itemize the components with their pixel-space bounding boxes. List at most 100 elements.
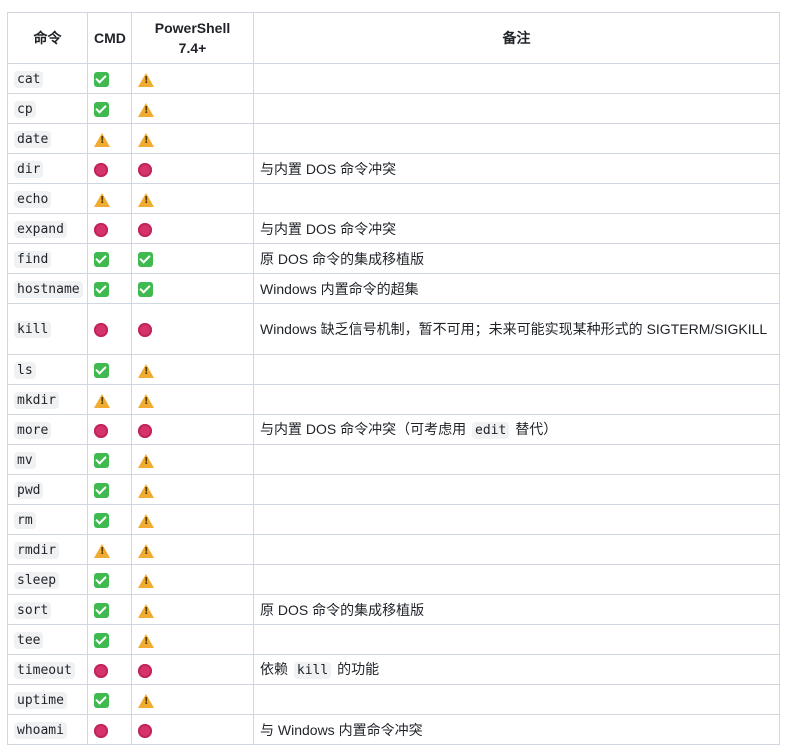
warning-icon: [138, 633, 154, 648]
cmd-status-cell: [87, 594, 132, 625]
table-row: hostname Windows 内置命令的超集: [7, 273, 780, 304]
powershell-status-cell: [131, 534, 254, 565]
command-name: more: [14, 421, 52, 439]
note-cell: 与 Windows 内置命令冲突: [253, 714, 780, 745]
warning-icon: [138, 363, 154, 378]
command-cell: kill: [7, 303, 88, 355]
command-cell: echo: [7, 183, 88, 214]
powershell-status-cell: [131, 474, 254, 505]
command-name: expand: [14, 220, 67, 238]
warning-icon: [138, 192, 154, 207]
command-cell: whoami: [7, 714, 88, 745]
table-row: cat: [7, 63, 780, 94]
powershell-status-cell: [131, 63, 254, 94]
table-body: cat cp date dir 与内置 DOS 命令冲突 echo expand 与内置 DO…: [7, 63, 780, 745]
blocked-icon: [94, 323, 108, 338]
header-row: 命令 CMD PowerShell 7.4+ 备注: [7, 12, 780, 64]
blocked-icon: [138, 723, 152, 738]
note-cell: [253, 534, 780, 565]
cmd-status-cell: [87, 303, 132, 355]
table-header: 命令 CMD PowerShell 7.4+ 备注: [7, 12, 780, 64]
warning-icon: [94, 393, 110, 408]
command-cell: timeout: [7, 654, 88, 685]
check-icon: [94, 252, 109, 268]
note-code: edit: [472, 421, 510, 439]
command-cell: rm: [7, 504, 88, 535]
check-icon: [94, 102, 109, 118]
note-cell: [253, 93, 780, 124]
table-row: pwd: [7, 474, 780, 505]
command-cell: sort: [7, 594, 88, 625]
table-row: kill Windows 缺乏信号机制，暂不可用；未来可能实现某种形式的 SIGT…: [7, 303, 780, 355]
cmd-status-cell: [87, 213, 132, 244]
warning-icon: [138, 573, 154, 588]
command-cell: uptime: [7, 684, 88, 715]
command-cell: rmdir: [7, 534, 88, 565]
command-cell: more: [7, 414, 88, 445]
note-text: 的功能: [337, 660, 380, 677]
command-name: sort: [14, 601, 52, 619]
cmd-status-cell: [87, 534, 132, 565]
command-cell: ls: [7, 354, 88, 385]
command-name: uptime: [14, 691, 67, 709]
table-row: dir 与内置 DOS 命令冲突: [7, 153, 780, 184]
cmd-status-cell: [87, 684, 132, 715]
blocked-icon: [138, 162, 152, 177]
command-name: kill: [14, 321, 52, 338]
note-code: kill: [293, 661, 332, 679]
table-row: tee: [7, 624, 780, 655]
table-row: more 与内置 DOS 命令冲突（可考虑用 edit 替代）: [7, 414, 780, 445]
check-icon: [94, 633, 109, 649]
note-cell: [253, 684, 780, 715]
cmd-status-cell: [87, 624, 132, 655]
table-row: echo: [7, 183, 780, 214]
table-row: uptime: [7, 684, 780, 715]
powershell-status-cell: [131, 153, 254, 184]
note-cell: [253, 504, 780, 535]
warning-icon: [94, 543, 110, 558]
warning-icon: [138, 603, 154, 618]
note-text: 与 Windows 内置命令冲突: [260, 721, 423, 738]
check-icon: [94, 282, 109, 298]
blocked-icon: [94, 663, 108, 678]
note-cell: 与内置 DOS 命令冲突: [253, 213, 780, 244]
warning-icon: [138, 693, 154, 708]
note-cell: [253, 564, 780, 595]
powershell-status-cell: [131, 444, 254, 475]
warning-icon: [138, 72, 154, 87]
powershell-status-cell: [131, 123, 254, 154]
table-row: date: [7, 123, 780, 154]
command-name: find: [14, 250, 52, 268]
blocked-icon: [138, 423, 152, 438]
command-name: echo: [14, 190, 52, 208]
header-powershell-version: 7.4+: [178, 40, 207, 56]
header-powershell: PowerShell 7.4+: [131, 12, 254, 64]
blocked-icon: [94, 723, 108, 738]
command-name: timeout: [14, 661, 75, 679]
command-name: dir: [14, 160, 44, 178]
table-row: expand 与内置 DOS 命令冲突: [7, 213, 780, 244]
table-row: cp: [7, 93, 780, 124]
note-cell: 原 DOS 命令的集成移植版: [253, 594, 780, 625]
header-powershell-name: PowerShell: [154, 20, 231, 36]
check-icon: [94, 573, 109, 589]
note-text: 原 DOS 命令的集成移植版: [260, 250, 425, 267]
command-cell: mkdir: [7, 384, 88, 415]
table-row: rm: [7, 504, 780, 535]
powershell-status-cell: [131, 684, 254, 715]
command-compatibility-table: 命令 CMD PowerShell 7.4+ 备注 cat cp date dir 与内置…: [7, 12, 780, 745]
powershell-status-cell: [131, 504, 254, 535]
check-icon: [138, 282, 153, 298]
warning-icon: [94, 192, 110, 207]
table-row: mv: [7, 444, 780, 475]
warning-icon: [94, 132, 110, 147]
command-name: rm: [14, 511, 36, 529]
powershell-status-cell: [131, 714, 254, 745]
cmd-status-cell: [87, 414, 132, 445]
powershell-status-cell: [131, 213, 254, 244]
cmd-status-cell: [87, 474, 132, 505]
note-text: 与内置 DOS 命令冲突（可考虑用: [260, 420, 467, 437]
check-icon: [94, 72, 109, 88]
cmd-status-cell: [87, 714, 132, 745]
command-name: sleep: [14, 571, 60, 589]
